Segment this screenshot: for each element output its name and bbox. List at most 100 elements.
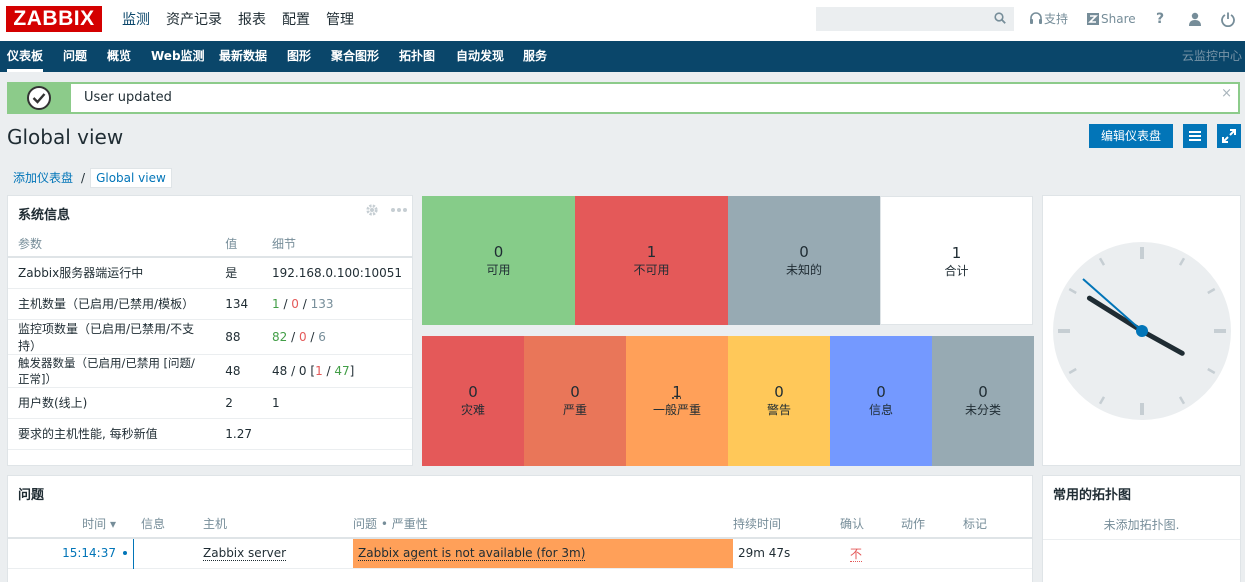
label: 严重 bbox=[562, 403, 587, 417]
column-header-time[interactable]: 时间 ▾ bbox=[8, 510, 121, 539]
menu-button[interactable] bbox=[1183, 124, 1207, 148]
column-header-ack: 确认 bbox=[840, 510, 901, 539]
subnav-maps[interactable]: 拓扑图 bbox=[399, 41, 435, 72]
edit-dashboard-button[interactable]: 编辑仪表盘 bbox=[1089, 124, 1173, 148]
menu-monitoring[interactable]: 监测 bbox=[114, 0, 158, 41]
count: 1 bbox=[951, 244, 962, 262]
subnav-screens[interactable]: 聚合图形 bbox=[331, 41, 379, 72]
host-link[interactable]: Zabbix server bbox=[203, 546, 287, 562]
ack-link[interactable]: 不 bbox=[850, 546, 863, 562]
param-cell: 触发器数量（已启用/已禁用 [问题/正常]） bbox=[8, 354, 216, 388]
column-header-problem[interactable]: 问题 • 严重性 bbox=[353, 510, 733, 539]
column-header: 值 bbox=[215, 230, 262, 258]
timeline-cell bbox=[121, 538, 141, 569]
subnav-graphs[interactable]: 图形 bbox=[287, 41, 311, 72]
expand-icon bbox=[1222, 129, 1236, 143]
param-cell: Zabbix服务器端运行中 bbox=[8, 257, 216, 289]
separator: / bbox=[306, 329, 319, 344]
more-options-icon[interactable] bbox=[390, 207, 408, 213]
check-icon bbox=[27, 86, 51, 110]
main-menu: 监测 资产记录 报表 配置 管理 bbox=[114, 0, 362, 41]
subnav-services[interactable]: 服务 bbox=[523, 41, 547, 72]
menu-inventory[interactable]: 资产记录 bbox=[158, 0, 230, 41]
host-total-cell[interactable]: 1 合计 bbox=[880, 196, 1033, 325]
breadcrumb-current[interactable]: Global view bbox=[90, 167, 172, 188]
severity-information-cell[interactable]: 0 信息 bbox=[830, 336, 932, 466]
subnav-web[interactable]: Web监测 bbox=[151, 41, 205, 72]
problem-info bbox=[141, 538, 203, 569]
column-header-actions: 动作 bbox=[901, 510, 963, 539]
help-icon[interactable]: ? bbox=[1156, 12, 1164, 28]
breadcrumb-parent[interactable]: 添加仪表盘 bbox=[7, 169, 79, 186]
menu-reports[interactable]: 报表 bbox=[230, 0, 274, 41]
problem-time[interactable]: 15:14:37 bbox=[8, 538, 121, 569]
system-info-table: 参数 值 细节 Zabbix服务器端运行中 是 192.168.0.100:10… bbox=[8, 230, 412, 450]
host-available-cell[interactable]: 0 可用 bbox=[422, 196, 575, 325]
severity-average-cell[interactable]: 1 一般严重 bbox=[626, 336, 728, 466]
timeline-line bbox=[133, 539, 134, 569]
support-link[interactable]: 支持 bbox=[1044, 12, 1068, 28]
logout-icon[interactable] bbox=[1220, 11, 1236, 27]
sub-navigation: 仪表板 问题 概览 Web监测 最新数据 图形 聚合图形 拓扑图 自动发现 服务… bbox=[0, 41, 1245, 72]
message-text: User updated bbox=[84, 90, 172, 105]
subnav-latest-data[interactable]: 最新数据 bbox=[219, 41, 267, 72]
column-header-duration: 持续时间 bbox=[733, 510, 840, 539]
severity-warning-cell[interactable]: 0 警告 bbox=[728, 336, 830, 466]
severity-high-cell[interactable]: 0 严重 bbox=[524, 336, 626, 466]
search-input[interactable] bbox=[816, 7, 1014, 31]
problem-actions bbox=[901, 538, 963, 569]
widget-title: 问题 bbox=[18, 488, 45, 503]
search-icon[interactable] bbox=[994, 12, 1006, 24]
details-cell bbox=[261, 418, 412, 450]
share-icon bbox=[1087, 13, 1099, 25]
ok-count: 47 bbox=[334, 363, 350, 378]
count: 0 bbox=[876, 383, 886, 401]
menu-administration[interactable]: 管理 bbox=[318, 0, 362, 41]
host-availability-widget: 0 可用 1 不可用 0 未知的 1 合计 bbox=[421, 195, 1034, 326]
table-row: 用户数(线上) 2 1 bbox=[8, 387, 412, 419]
subnav-problems[interactable]: 问题 bbox=[63, 41, 87, 72]
label: 一般严重 bbox=[652, 403, 701, 417]
param-cell: 要求的主机性能, 每秒新值 bbox=[8, 418, 216, 450]
label: 可用 bbox=[486, 263, 511, 277]
bracket-close: ] bbox=[349, 363, 355, 378]
count: 0 bbox=[774, 383, 784, 401]
user-profile-icon[interactable] bbox=[1187, 11, 1203, 27]
column-header-tags: 标记 bbox=[963, 510, 1032, 539]
success-message: User updated × bbox=[7, 82, 1240, 114]
severity-disaster-cell[interactable]: 0 灾难 bbox=[422, 336, 524, 466]
menu-configuration[interactable]: 配置 bbox=[274, 0, 318, 41]
details-cell: 192.168.0.100:10051 bbox=[261, 257, 412, 289]
zabbix-logo[interactable]: ZABBIX bbox=[6, 6, 102, 32]
column-header: 细节 bbox=[261, 230, 412, 258]
gear-icon[interactable] bbox=[365, 203, 379, 217]
problem-link[interactable]: Zabbix agent is not available (for 3m) bbox=[358, 546, 586, 562]
table-row: 要求的主机性能, 每秒新值 1.27 bbox=[8, 418, 412, 450]
label: 未知的 bbox=[785, 263, 822, 277]
template-count: 133 bbox=[310, 296, 334, 311]
host-unavailable-cell[interactable]: 1 不可用 bbox=[575, 196, 728, 325]
timeline-dot bbox=[123, 551, 127, 555]
subnav-overview[interactable]: 概览 bbox=[107, 41, 131, 72]
count: 0 bbox=[799, 243, 809, 261]
subnav-discovery[interactable]: 自动发现 bbox=[456, 41, 504, 72]
param-cell: 监控项数量（已启用/已禁用/不支持） bbox=[8, 319, 216, 355]
problems-widget: 问题 时间 ▾ 信息 主机 问题 • 严重性 持续时间 确认 动作 标记 15:… bbox=[7, 475, 1033, 582]
cloud-monitoring-center: 云监控中心 bbox=[1181, 49, 1242, 63]
column-header-host[interactable]: 主机 bbox=[203, 510, 353, 539]
separator: / bbox=[287, 329, 299, 344]
close-icon[interactable]: × bbox=[1221, 86, 1232, 101]
severity-not-classified-cell[interactable]: 0 未分类 bbox=[932, 336, 1034, 466]
details-cell: 82 / 0 / 6 bbox=[261, 319, 412, 355]
count: 0 bbox=[468, 383, 478, 401]
details-cell: 48 / 0 [1 / 47] bbox=[261, 354, 412, 388]
label: 灾难 bbox=[460, 403, 485, 417]
page-title: Global view bbox=[7, 125, 124, 149]
subnav-dashboard[interactable]: 仪表板 bbox=[7, 41, 44, 72]
host-unknown-cell[interactable]: 0 未知的 bbox=[728, 196, 880, 325]
unsupported-count: 6 bbox=[318, 329, 326, 344]
share-link[interactable]: Share bbox=[1101, 12, 1136, 28]
table-row: Zabbix服务器端运行中 是 192.168.0.100:10051 bbox=[8, 257, 412, 289]
param-cell: 主机数量（已启用/已禁用/模板） bbox=[8, 288, 216, 320]
fullscreen-button[interactable] bbox=[1217, 124, 1241, 148]
